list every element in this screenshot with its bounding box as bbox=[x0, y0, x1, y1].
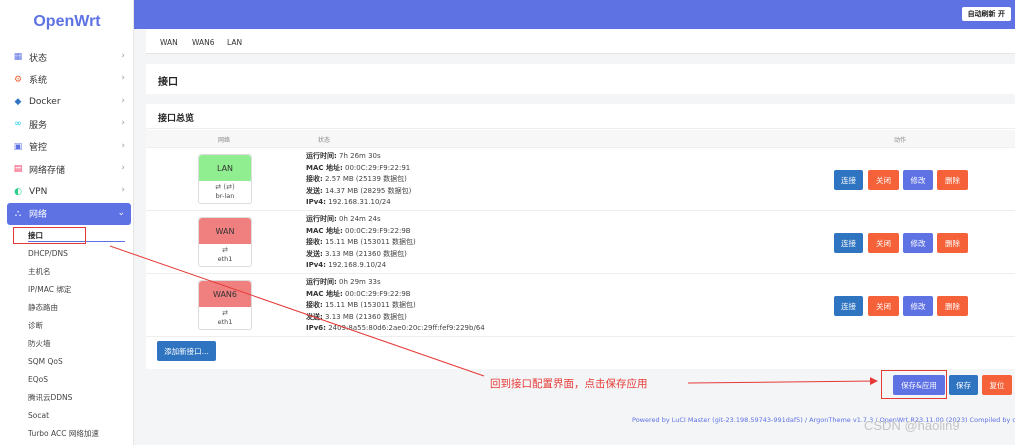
arrow-line-right bbox=[687, 377, 878, 386]
watermark: CSDN @haolin9 bbox=[864, 418, 960, 433]
annotation-text: 回到接口配置界面，点击保存应用 bbox=[490, 378, 648, 390]
arrow-line-left bbox=[109, 245, 485, 377]
